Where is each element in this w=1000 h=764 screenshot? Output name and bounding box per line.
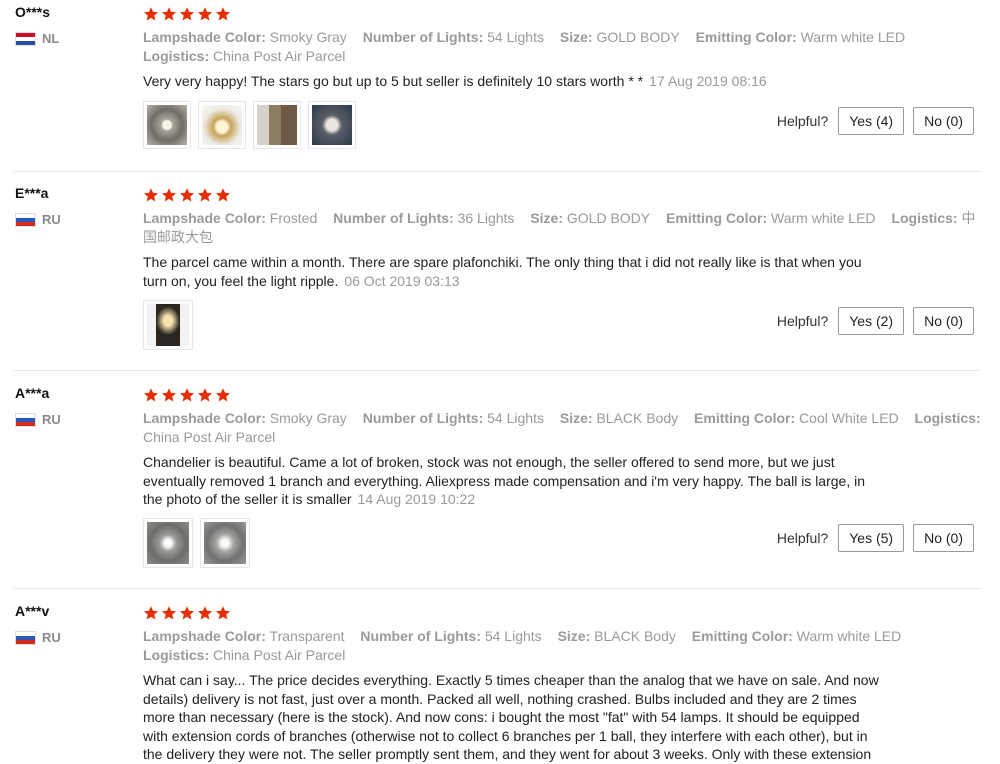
star-icon <box>143 387 159 403</box>
attr-number-of-lights: Number of Lights: 54 Lights <box>360 628 542 644</box>
review-photo[interactable] <box>143 518 193 568</box>
reviewer-country: RU <box>15 630 61 645</box>
vote-yes-button[interactable]: Yes (5) <box>838 524 905 552</box>
review-photos <box>143 300 193 350</box>
star-icon <box>179 387 195 403</box>
country-code: RU <box>42 630 61 645</box>
review-photo[interactable] <box>143 300 193 350</box>
star-rating <box>143 387 231 403</box>
country-code: RU <box>42 212 61 227</box>
star-icon <box>179 605 195 621</box>
star-icon <box>179 6 195 22</box>
ru-flag-icon <box>15 212 36 227</box>
review-photo[interactable] <box>253 101 301 149</box>
helpful-votes: Helpful? Yes (2) No (0) <box>777 307 974 335</box>
attr-size: Size: GOLD BODY <box>530 210 651 226</box>
star-rating <box>143 605 231 621</box>
review-text: The parcel came within a month. There ar… <box>143 254 862 289</box>
country-code: RU <box>42 412 61 427</box>
ru-flag-icon <box>15 412 36 427</box>
star-icon <box>179 187 195 203</box>
reviewer-name: E***a <box>15 185 49 201</box>
star-icon <box>161 605 177 621</box>
attr-lampshade-color: Lampshade Color: Frosted <box>143 210 318 226</box>
helpful-label: Helpful? <box>776 113 829 129</box>
reviewer-country: NL <box>15 31 59 46</box>
review-date: 17 Aug 2019 08:16 <box>649 73 767 89</box>
star-icon <box>197 6 213 22</box>
attr-emitting-color: Emitting Color: Cool White LED <box>694 410 899 426</box>
product-attributes: Lampshade Color: Smoky Gray Number of Li… <box>143 28 983 66</box>
star-icon <box>215 6 231 22</box>
vote-yes-button[interactable]: Yes (2) <box>838 307 905 335</box>
reviewer-country: RU <box>15 412 61 427</box>
attr-emitting-color: Emitting Color: Warm white LED <box>691 628 902 644</box>
review-photos <box>143 518 250 568</box>
attr-number-of-lights: Number of Lights: 54 Lights <box>362 29 544 45</box>
star-icon <box>215 387 231 403</box>
vote-no-button[interactable]: No (0) <box>913 307 974 335</box>
review-text: What can i say... The price decides ever… <box>143 672 879 762</box>
star-icon <box>215 187 231 203</box>
star-icon <box>143 6 159 22</box>
review-photo[interactable] <box>143 101 191 149</box>
review-date: 14 Aug 2019 10:22 <box>357 491 476 507</box>
reviewer-name: A***a <box>15 385 50 401</box>
attr-size: Size: GOLD BODY <box>559 29 680 45</box>
review-date: 06 Oct 2019 03:13 <box>344 272 460 289</box>
star-icon <box>161 387 177 403</box>
review-photo[interactable] <box>198 101 246 149</box>
product-attributes: Lampshade Color: Smoky Gray Number of Li… <box>143 409 983 447</box>
star-icon <box>197 605 213 621</box>
helpful-label: Helpful? <box>776 530 829 546</box>
reviewer-country: RU <box>15 212 61 227</box>
ru-flag-icon <box>15 630 36 645</box>
star-icon <box>143 605 159 621</box>
review-text: Chandelier is beautiful. Came a lot of b… <box>143 454 865 507</box>
attr-size: Size: BLACK Body <box>557 628 676 644</box>
star-rating <box>143 187 231 203</box>
helpful-votes: Helpful? Yes (4) No (0) <box>777 107 974 135</box>
vote-yes-button[interactable]: Yes (4) <box>838 107 905 135</box>
vote-no-button[interactable]: No (0) <box>913 107 974 135</box>
star-rating <box>143 6 231 22</box>
review-photos <box>143 101 356 149</box>
nl-flag-icon <box>15 31 36 46</box>
attr-number-of-lights: Number of Lights: 36 Lights <box>333 210 515 226</box>
review-photo[interactable] <box>200 518 250 568</box>
attr-size: Size: BLACK Body <box>559 410 679 426</box>
reviewer-name: A***v <box>15 603 50 619</box>
attr-lampshade-color: Lampshade Color: Smoky Gray <box>143 410 347 426</box>
review-divider <box>14 370 980 371</box>
review-divider <box>14 588 980 589</box>
helpful-label: Helpful? <box>776 313 829 329</box>
country-code: NL <box>42 31 60 46</box>
attr-logistics: Logistics: China Post Air Parcel <box>143 647 346 663</box>
star-icon <box>197 187 213 203</box>
star-icon <box>143 187 159 203</box>
review-divider <box>14 171 980 172</box>
product-attributes: Lampshade Color: Transparent Number of L… <box>143 627 983 665</box>
helpful-votes: Helpful? Yes (5) No (0) <box>777 524 974 552</box>
review-photo[interactable] <box>308 101 356 149</box>
attr-lampshade-color: Lampshade Color: Transparent <box>143 628 345 644</box>
attr-emitting-color: Emitting Color: Warm white LED <box>666 210 876 226</box>
attr-number-of-lights: Number of Lights: 54 Lights <box>362 410 544 426</box>
attr-logistics: Logistics: China Post Air Parcel <box>143 48 346 64</box>
reviewer-name: O***s <box>15 4 51 20</box>
star-icon <box>197 387 213 403</box>
star-icon <box>161 187 177 203</box>
star-icon <box>161 6 177 22</box>
attr-lampshade-color: Lampshade Color: Smoky Gray <box>143 29 347 45</box>
star-icon <box>215 605 231 621</box>
product-attributes: Lampshade Color: Frosted Number of Light… <box>143 209 983 247</box>
review-text: Very very happy! The stars go but up to … <box>143 73 767 89</box>
vote-no-button[interactable]: No (0) <box>913 524 974 552</box>
attr-emitting-color: Emitting Color: Warm white LED <box>695 29 906 45</box>
